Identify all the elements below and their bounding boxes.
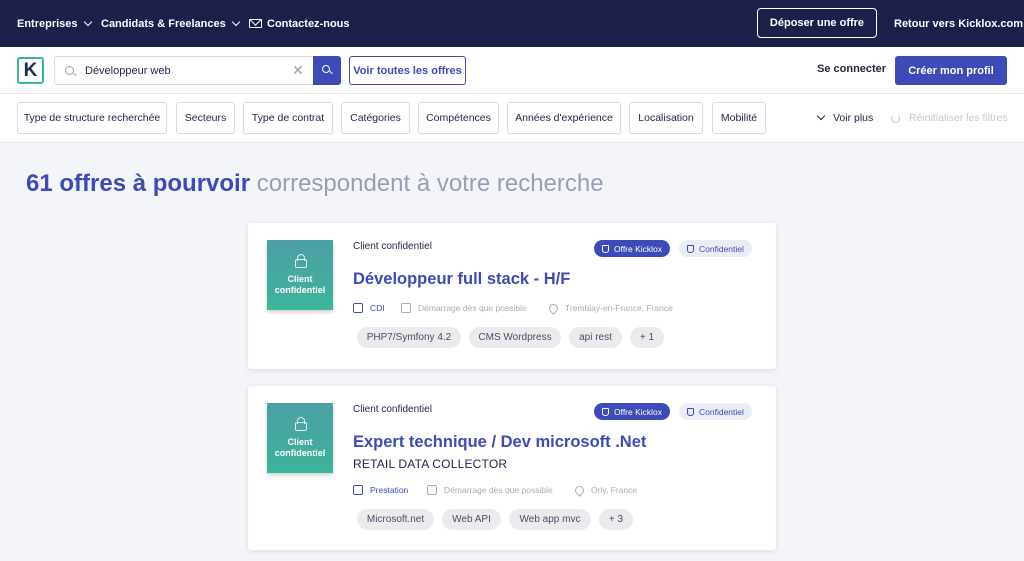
briefcase-icon [353, 303, 363, 313]
skill-tag: Web API [442, 509, 501, 530]
reset-filters-label: Réinitialiser les filtres [909, 112, 1008, 124]
job-title[interactable]: Expert technique / Dev microsoft .Net [353, 433, 646, 452]
contract-type: Prestation [353, 485, 408, 495]
calendar-icon [401, 303, 411, 313]
filter-experience[interactable]: Années d'expérience [507, 102, 621, 134]
briefcase-icon [353, 485, 363, 495]
voir-plus-button[interactable]: Voir plus [816, 111, 874, 124]
se-connecter-link[interactable]: Se connecter [817, 63, 886, 75]
skill-tag: CMS Wordpress [469, 327, 561, 348]
retour-kicklox-link[interactable]: Retour vers Kicklox.com [894, 0, 1023, 47]
kicklox-badge-icon [602, 407, 609, 416]
location-label: Tremblay-en-France, France [565, 303, 673, 313]
contract-label: Prestation [370, 485, 409, 495]
search-input[interactable] [85, 63, 285, 79]
start-label: Démarrage dès que possible [418, 303, 527, 313]
location-pin-icon [573, 483, 586, 497]
job-location: Tremblay-en-France, France [547, 301, 673, 315]
thumbnail-label: Client confidentiel [274, 274, 326, 295]
nav-candidats[interactable]: Candidats & Freelances [101, 0, 240, 47]
kicklox-logo[interactable]: K [17, 57, 44, 84]
job-location: Orly, France [573, 483, 638, 497]
badge-kicklox-label: Offre Kicklox [614, 406, 663, 417]
client-name: Client confidentiel [353, 404, 432, 415]
search-button[interactable] [313, 56, 341, 85]
nav-entreprises[interactable]: Entreprises [17, 0, 92, 47]
results-heading-rest: correspondent à votre recherche [250, 170, 604, 197]
job-card[interactable]: Client confidentiel Client confidentiel … [248, 223, 776, 369]
chevron-down-icon [816, 111, 826, 121]
badge-kicklox-label: Offre Kicklox [614, 243, 663, 254]
badge-confidentiel: Confidentiel [679, 240, 752, 257]
filter-localisation[interactable]: Localisation [629, 102, 703, 134]
nav-contact[interactable]: Contactez-nous [249, 0, 350, 47]
contract-label: CDI [370, 303, 385, 313]
thumbnail-label: Client confidentiel [274, 437, 326, 458]
company-subtitle: RETAIL DATA COLLECTOR [353, 457, 508, 471]
filter-mobilite[interactable]: Mobilité [712, 102, 766, 134]
voir-plus-label: Voir plus [833, 112, 874, 124]
badge-confidentiel-label: Confidentiel [699, 406, 744, 417]
search-icon [322, 65, 330, 73]
badge-offre-kicklox: Offre Kicklox [594, 403, 671, 420]
mail-icon [249, 19, 262, 28]
refresh-icon [891, 113, 900, 123]
search-bar-row: K ✕ Voir toutes les offres Se connecter … [0, 47, 1024, 93]
badge-confidentiel-label: Confidentiel [699, 243, 744, 254]
badge-confidentiel: Confidentiel [679, 403, 752, 420]
calendar-icon [427, 485, 437, 495]
kicklox-badge-icon [602, 244, 609, 253]
creer-profil-button[interactable]: Créer mon profil [895, 56, 1007, 85]
filter-competences[interactable]: Compétences [418, 102, 499, 134]
badge-offre-kicklox: Offre Kicklox [594, 240, 671, 257]
lock-icon [295, 417, 307, 431]
search-box: ✕ [54, 56, 313, 85]
skill-tag: Web app mvc [509, 509, 591, 530]
lock-icon [295, 254, 307, 268]
nav-candidats-label: Candidats & Freelances [101, 17, 226, 30]
skill-tag: PHP7/Symfony 4.2 [357, 327, 461, 348]
more-skills-tag[interactable]: + 3 [599, 509, 633, 530]
nav-contact-label: Contactez-nous [267, 17, 350, 30]
filter-categories[interactable]: Catégories [341, 102, 410, 134]
start-date: Démarrage dès que possible [401, 303, 527, 313]
location-pin-icon [547, 301, 560, 315]
client-name: Client confidentiel [353, 241, 432, 252]
shield-icon [687, 244, 694, 253]
clear-icon[interactable]: ✕ [292, 62, 304, 78]
nav-entreprises-label: Entreprises [17, 17, 78, 30]
reset-filters-button[interactable]: Réinitialiser les filtres [891, 112, 1008, 124]
deposer-offre-button[interactable]: Déposer une offre [757, 8, 877, 38]
chevron-down-icon [83, 17, 92, 26]
filter-secteurs[interactable]: Secteurs [176, 102, 235, 134]
skill-tag: api rest [569, 327, 622, 348]
search-icon [65, 66, 74, 75]
results-heading: 61 offres à pourvoir correspondent à vot… [26, 170, 604, 198]
company-thumbnail: Client confidentiel [267, 240, 333, 310]
more-skills-tag[interactable]: + 1 [630, 327, 664, 348]
top-nav: Entreprises Candidats & Freelances Conta… [0, 0, 1024, 47]
chevron-down-icon [231, 17, 240, 26]
location-label: Orly, France [591, 485, 638, 495]
results-count: 61 offres à pourvoir [26, 170, 251, 197]
start-date: Démarrage dès que possible [427, 485, 553, 495]
company-thumbnail: Client confidentiel [267, 403, 333, 473]
job-title[interactable]: Développeur full stack - H/F [353, 270, 570, 289]
filter-structure[interactable]: Type de structure recherchée [17, 102, 167, 134]
contract-type: CDI [353, 303, 385, 313]
filter-bar: Type de structure recherchée Secteurs Ty… [0, 93, 1024, 143]
voir-toutes-offres-button[interactable]: Voir toutes les offres [349, 56, 466, 85]
filter-contrat[interactable]: Type de contrat [243, 102, 333, 134]
start-label: Démarrage dès que possible [444, 485, 553, 495]
skill-tag: Microsoft.net [357, 509, 434, 530]
shield-icon [687, 407, 694, 416]
job-card[interactable]: Client confidentiel Client confidentiel … [248, 386, 776, 550]
